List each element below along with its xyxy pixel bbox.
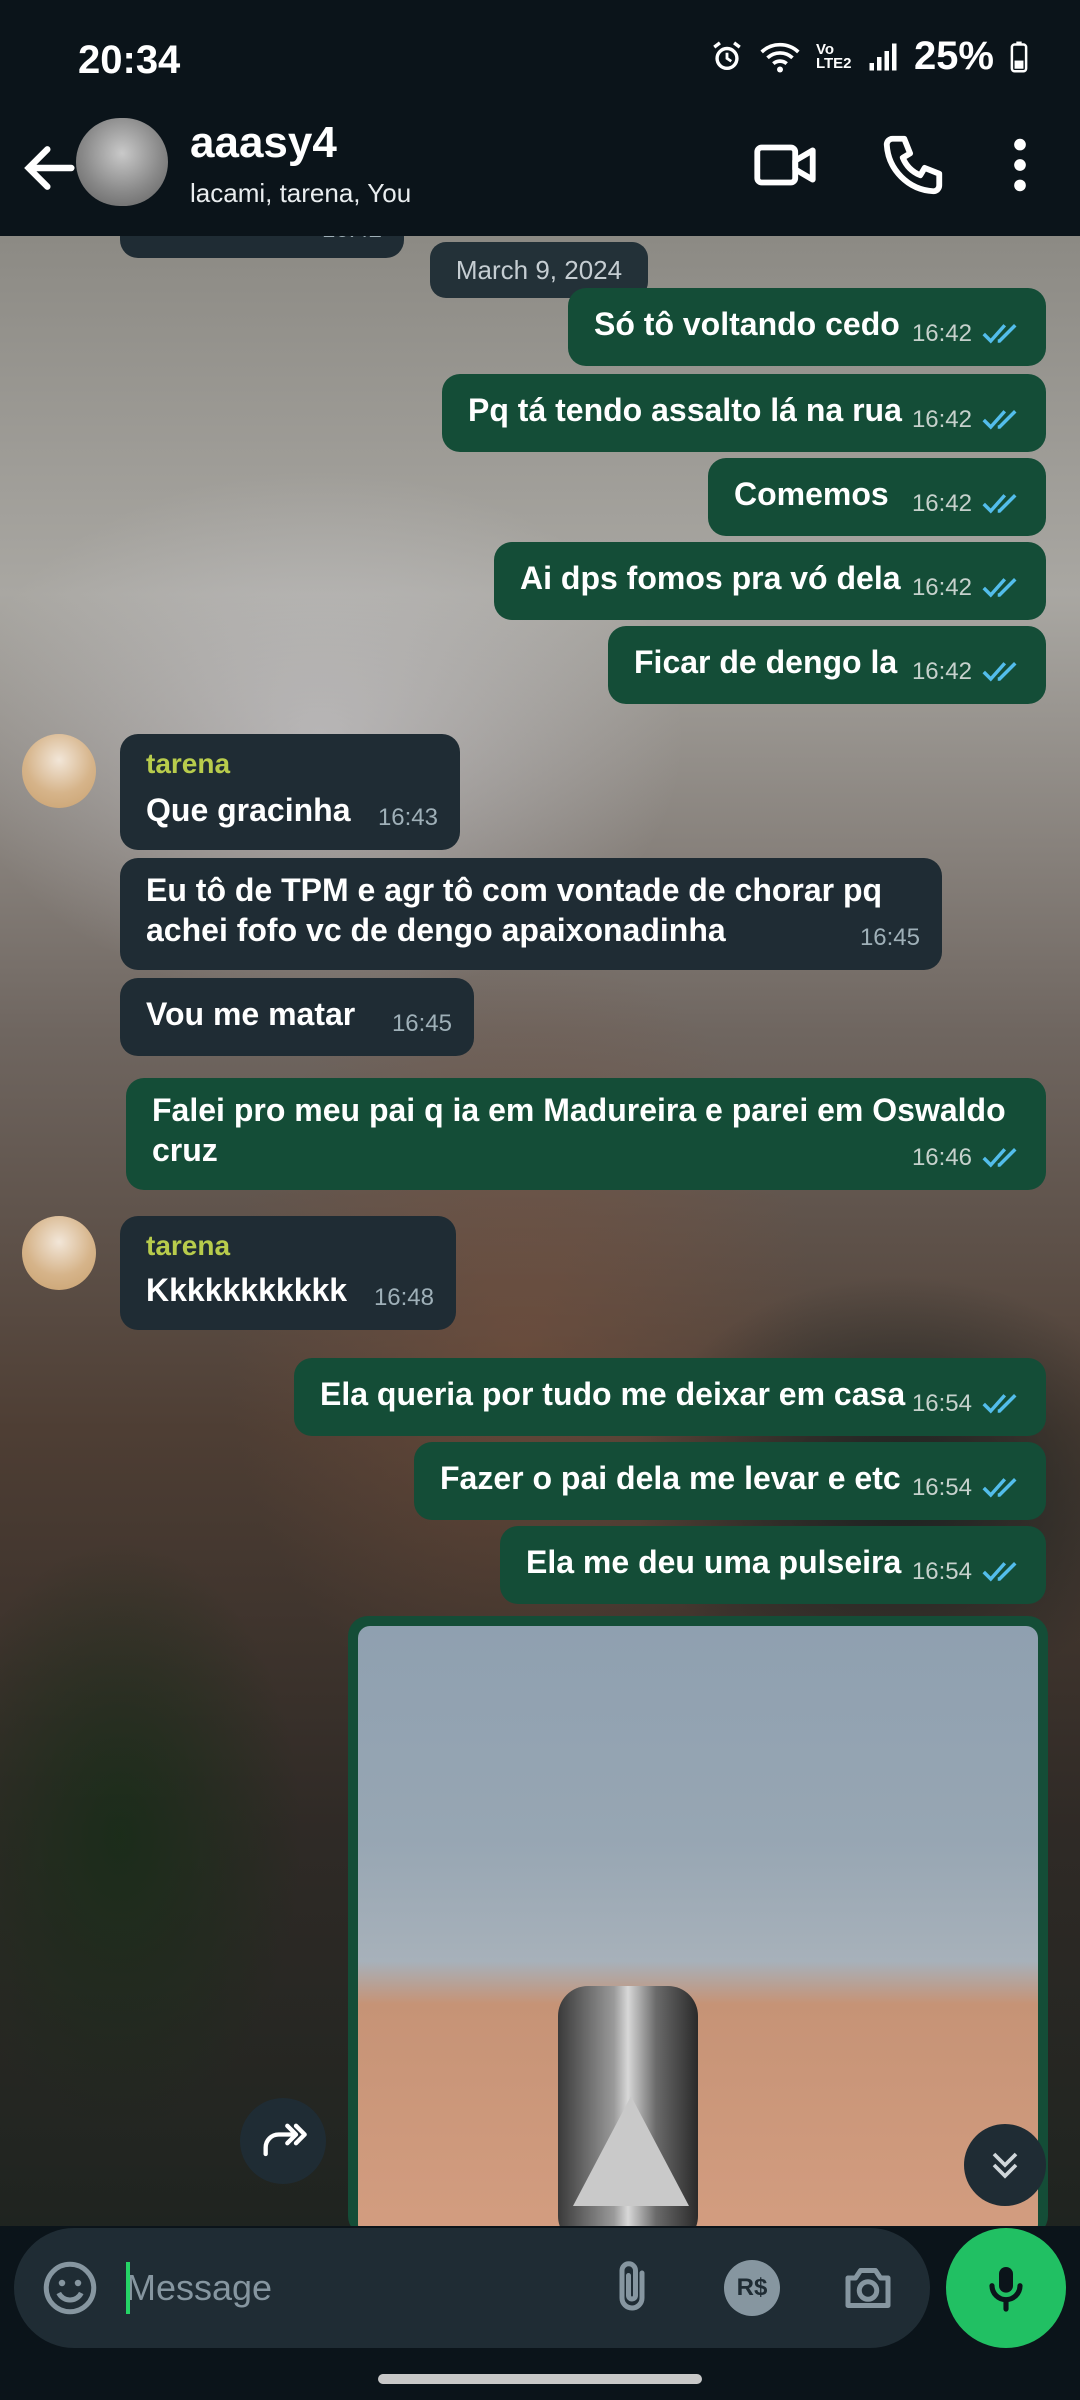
sender-avatar[interactable] (22, 1216, 96, 1290)
message-text: Ficar de dengo la (634, 644, 898, 680)
message-time: 16:42 (911, 658, 972, 685)
video-call-icon[interactable] (750, 130, 820, 200)
message-text: Comemos (734, 476, 889, 512)
message-text: Kkkkkkkkkkk (146, 1272, 348, 1308)
message-bubble-incoming[interactable]: Eu tô de TPM e agr tô com vontade de cho… (120, 858, 942, 970)
message-time: 16:42 (911, 574, 972, 601)
network-label: Vo LTE2 (815, 40, 852, 72)
chat-area[interactable]: 16:42 March 9, 2024 Só tô voltando cedo … (0, 236, 1080, 2226)
status-time: 20:34 (78, 38, 181, 82)
message-text: Ela me deu uma pulseira (526, 1544, 902, 1580)
image-photo[interactable] (358, 1626, 1038, 2226)
message-bubble-outgoing[interactable]: Fazer o pai dela me levar e etc 16:54 (414, 1442, 1046, 1520)
message-time: 16:42 (911, 406, 972, 433)
message-time: 16:43 (377, 804, 438, 831)
double-check-icon (982, 410, 1017, 430)
group-avatar[interactable] (76, 118, 168, 206)
message-text: Pq tá tendo assalto lá na rua (468, 392, 902, 428)
battery-percent: 25% (913, 34, 994, 78)
message-bubble-incoming[interactable]: tarena Que gracinha 16:43 (120, 734, 460, 850)
message-time: 16:54 (911, 1558, 972, 1585)
text-caret (126, 2262, 130, 2314)
image-message[interactable] (348, 1616, 1048, 2226)
sender-avatar[interactable] (22, 734, 96, 808)
message-time: 16:45 (859, 924, 920, 951)
message-time: 16:45 (391, 1010, 452, 1037)
message-bubble-outgoing[interactable]: Ela queria por tudo me deixar em casa 16… (294, 1358, 1046, 1436)
wifi-icon (760, 42, 800, 72)
message-time: 16:42 (911, 490, 972, 517)
chat-header: aaasy4 lacami, tarena, You (0, 118, 1080, 236)
message-bubble-outgoing[interactable]: Comemos 16:42 (708, 458, 1046, 536)
forward-button[interactable] (240, 2098, 326, 2184)
message-text: Eu tô de TPM e agr tô com vontade de cho… (146, 872, 883, 948)
double-chevron-down-icon (992, 2152, 1018, 2179)
payment-label: R$ (736, 2274, 768, 2301)
mic-icon (989, 2267, 1023, 2312)
message-text: Que gracinha (146, 792, 351, 828)
message-text: Ela queria por tudo me deixar em casa (320, 1376, 906, 1412)
message-time: 16:54 (911, 1474, 972, 1501)
forward-icon (263, 2123, 307, 2157)
double-check-icon (982, 662, 1017, 682)
message-text: Só tô voltando cedo (594, 306, 900, 342)
message-bubble-partial[interactable]: 16:42 (120, 236, 404, 258)
double-check-icon (982, 578, 1017, 598)
message-time: 16:46 (911, 1144, 972, 1171)
more-vert-icon[interactable] (985, 130, 1055, 200)
emoji-icon[interactable] (40, 2258, 100, 2318)
message-time: 16:42 (322, 236, 382, 250)
message-input[interactable] (126, 2258, 586, 2318)
message-bubble-outgoing[interactable]: Ficar de dengo la 16:42 (608, 626, 1046, 704)
double-check-icon (982, 1148, 1017, 1168)
status-icons: Vo LTE2 25% (710, 34, 1028, 79)
message-bubble-outgoing[interactable]: Pq tá tendo assalto lá na rua 16:42 (442, 374, 1046, 452)
message-text: Fazer o pai dela me levar e etc (440, 1460, 901, 1496)
message-bubble-outgoing[interactable]: Ela me deu uma pulseira 16:54 (500, 1526, 1046, 1604)
double-check-icon (982, 494, 1017, 514)
message-composer: R$ (14, 2228, 930, 2348)
signal-icon (869, 43, 897, 70)
paperclip-icon[interactable] (602, 2258, 662, 2318)
message-text: Vou me matar (146, 996, 356, 1032)
status-bar: 20:34 Vo LTE2 25% (0, 0, 1080, 118)
double-check-icon (982, 1394, 1017, 1414)
sender-name[interactable]: tarena (146, 744, 230, 784)
message-text: Ai dps fomos pra vó dela (520, 560, 901, 596)
message-bubble-incoming[interactable]: Vou me matar 16:45 (120, 978, 474, 1056)
double-check-icon (982, 1478, 1017, 1498)
group-members[interactable]: lacami, tarena, You (190, 178, 411, 209)
mic-button[interactable] (946, 2228, 1066, 2348)
message-bubble-outgoing[interactable]: Ai dps fomos pra vó dela 16:42 (494, 542, 1046, 620)
payment-icon[interactable]: R$ (724, 2260, 780, 2316)
camera-icon[interactable] (838, 2258, 898, 2318)
message-text: Falei pro meu pai q ia em Madureira e pa… (152, 1092, 1006, 1168)
alarm-icon (713, 40, 741, 70)
message-time: 16:48 (373, 1284, 434, 1311)
message-bubble-outgoing[interactable]: Falei pro meu pai q ia em Madureira e pa… (126, 1078, 1046, 1190)
home-indicator[interactable] (378, 2374, 702, 2384)
charm-illustration (573, 2096, 689, 2206)
message-time: 16:54 (911, 1390, 972, 1417)
message-bubble-incoming[interactable]: tarena Kkkkkkkkkkk 16:48 (120, 1216, 456, 1330)
phone-icon[interactable] (878, 130, 948, 200)
double-check-icon (982, 324, 1017, 344)
sender-name[interactable]: tarena (146, 1226, 230, 1266)
message-time: 16:42 (911, 320, 972, 347)
battery-icon (1010, 41, 1028, 72)
nav-bar (0, 2360, 1080, 2400)
group-name[interactable]: aaasy4 (190, 118, 337, 168)
message-bubble-outgoing[interactable]: Só tô voltando cedo 16:42 (568, 288, 1046, 366)
scroll-down-button[interactable] (964, 2124, 1046, 2206)
double-check-icon (982, 1562, 1017, 1582)
arrow-left-icon[interactable] (18, 136, 82, 200)
